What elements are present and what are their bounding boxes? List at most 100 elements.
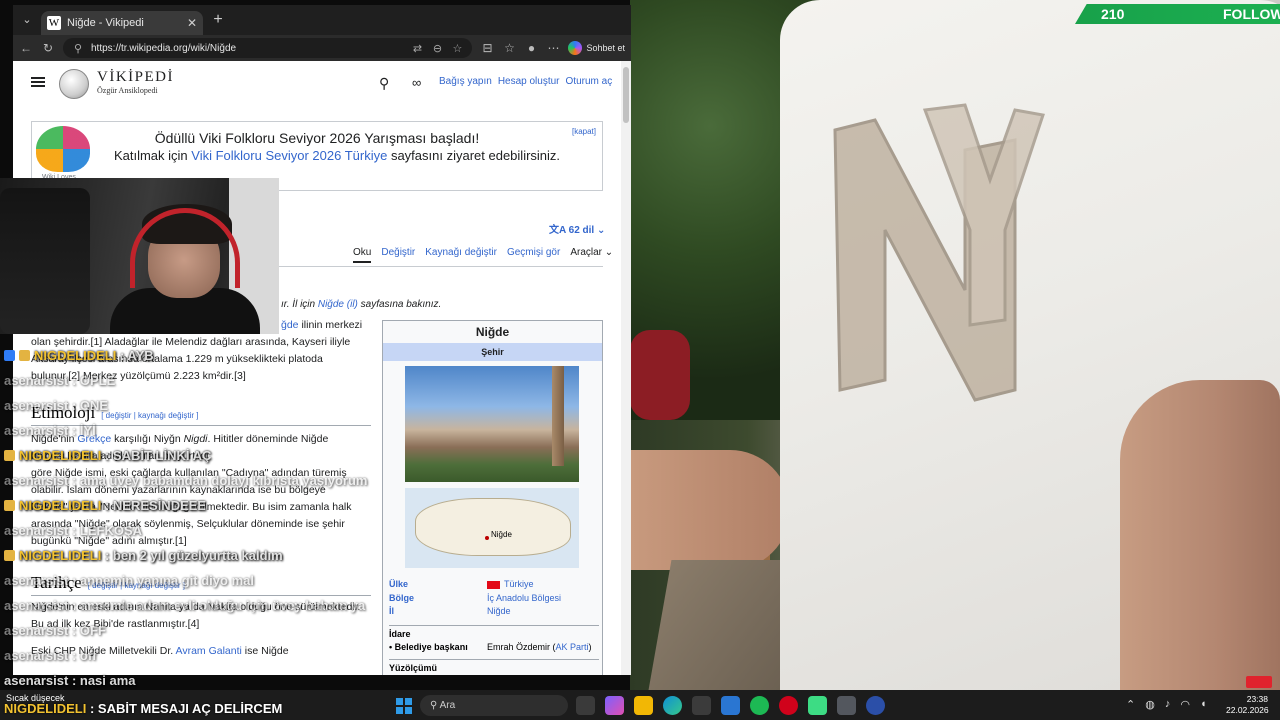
chat-user: NIGDELIDELI bbox=[34, 348, 117, 363]
intro-link[interactable]: ğde bbox=[281, 319, 299, 331]
url-text[interactable]: https://tr.wikipedia.org/wiki/Niğde bbox=[91, 43, 404, 54]
chat-message: annemin yanına git diyo mal bbox=[79, 573, 254, 588]
camera-feed: 210 FOLLOWERS 250 bbox=[630, 0, 1280, 690]
banner-close-link[interactable]: [kapat] bbox=[572, 127, 596, 136]
location-map[interactable]: Niğde bbox=[405, 488, 579, 568]
scrollbar-thumb[interactable] bbox=[623, 67, 629, 123]
chat-message: nasi ama bbox=[79, 673, 136, 688]
create-account-link[interactable]: Hesap oluştur bbox=[498, 76, 560, 87]
turkey-map-shape bbox=[415, 498, 571, 556]
windows-start-icon[interactable] bbox=[396, 698, 412, 714]
row-key[interactable]: Bölge bbox=[389, 592, 487, 606]
chat-badge-icon bbox=[4, 450, 15, 461]
split-screen-icon[interactable]: ⊟ bbox=[480, 41, 494, 55]
profile-icon[interactable]: ● bbox=[524, 41, 538, 55]
banner-link[interactable]: Viki Folkloru Seviyor 2026 Türkiye bbox=[191, 148, 387, 163]
network-icon[interactable]: ◍ bbox=[1145, 698, 1155, 711]
game-app-icon[interactable] bbox=[808, 696, 827, 715]
tab-edit[interactable]: Değiştir bbox=[381, 247, 415, 263]
translate-icon[interactable]: ⇄ bbox=[410, 42, 424, 55]
appearance-icon[interactable]: ∞ bbox=[412, 75, 421, 90]
tab-history[interactable]: Geçmişi gör bbox=[507, 247, 560, 263]
notification-icon bbox=[1246, 676, 1272, 688]
taskbar-clock[interactable]: 23:38 22.02.2026 bbox=[1226, 694, 1269, 716]
search-label: Ara bbox=[439, 700, 456, 711]
chat-line: asenarsist : nasi ama bbox=[4, 673, 136, 688]
chat-user: asenarsist bbox=[4, 573, 69, 588]
tools-label: Araçlar bbox=[570, 247, 603, 258]
chat-line: asenarsist : LEFKOŞA bbox=[4, 523, 143, 538]
screen: 210 FOLLOWERS 250 ⌄ W Niğde - Vikipedi ✕… bbox=[0, 0, 1280, 720]
mail-icon[interactable] bbox=[721, 696, 740, 715]
volume-icon[interactable]: ◖ bbox=[1200, 698, 1207, 711]
tab-nigde[interactable]: W Niğde - Vikipedi ✕ bbox=[41, 11, 203, 35]
row-value[interactable]: İç Anadolu Bölgesi bbox=[487, 592, 599, 606]
chat-line: asenarsist : ONE bbox=[4, 398, 109, 413]
edge-icon[interactable] bbox=[663, 696, 682, 715]
infobox: Niğde Şehir Niğde Ülke Türkiye Bölge İç An… bbox=[382, 320, 603, 675]
row-region: Bölge İç Anadolu Bölgesi bbox=[389, 592, 599, 606]
webcam-feed bbox=[0, 178, 279, 334]
new-tab-icon[interactable]: + bbox=[209, 11, 227, 29]
city-photo[interactable] bbox=[405, 366, 579, 482]
site-info-icon[interactable]: ⚲ bbox=[71, 42, 85, 55]
taskbar-search[interactable]: ⚲ Ara bbox=[420, 695, 568, 716]
wiki-logo-name[interactable]: VİKİPEDİ bbox=[97, 69, 174, 86]
store-icon[interactable] bbox=[692, 696, 711, 715]
donate-link[interactable]: Bağış yapın bbox=[439, 76, 492, 87]
login-link[interactable]: Oturum aç bbox=[566, 76, 613, 87]
banner-text-pre: Katılmak için bbox=[113, 148, 192, 163]
more-menu-icon[interactable]: ⋯ bbox=[546, 41, 560, 55]
browser-toolbar: ← ↻ ⚲ https://tr.wikipedia.org/wiki/Niğd… bbox=[13, 35, 631, 61]
tab-list-icon[interactable]: ⌄ bbox=[19, 12, 35, 28]
infobox-section-area: Yüzölçümü bbox=[389, 658, 599, 673]
tab-edit-source[interactable]: Kaynağı değiştir bbox=[425, 247, 497, 263]
mayor-key: • Belediye başkanı bbox=[389, 641, 468, 652]
favorite-star-icon[interactable]: ☆ bbox=[450, 42, 464, 55]
chat-user: asenarsist bbox=[4, 373, 69, 388]
opera-icon[interactable] bbox=[779, 696, 798, 715]
refresh-icon[interactable]: ↻ bbox=[41, 41, 55, 55]
search-icon[interactable]: ⚲ bbox=[379, 75, 389, 92]
obs-icon[interactable] bbox=[866, 696, 885, 715]
tray-chevron-icon[interactable]: ⌃ bbox=[1126, 698, 1135, 711]
wikipedia-globe-icon[interactable] bbox=[59, 69, 89, 99]
mic-icon[interactable]: ♪ bbox=[1165, 698, 1171, 711]
row-value[interactable]: Niğde bbox=[487, 605, 599, 619]
banner-line-1: Ödüllü Viki Folkloru Seviyor 2026 Yarışm… bbox=[154, 130, 480, 146]
copilot-app-icon[interactable] bbox=[605, 696, 624, 715]
country-name[interactable]: Türkiye bbox=[504, 579, 534, 589]
reader-icon[interactable]: ⊖ bbox=[430, 42, 444, 55]
clock-time: 23:38 bbox=[1246, 694, 1268, 704]
language-count: 62 dil bbox=[568, 225, 595, 236]
row-province: İl Niğde bbox=[389, 605, 599, 619]
wifi-icon[interactable]: ◠ bbox=[1180, 698, 1190, 711]
chat-badge-icon bbox=[4, 350, 15, 361]
chat-line: asenarsist : off bbox=[4, 648, 97, 663]
address-bar[interactable]: ⚲ https://tr.wikipedia.org/wiki/Niğde ⇄ … bbox=[63, 38, 473, 58]
tab-tools[interactable]: Araçlar ⌄ bbox=[570, 247, 613, 263]
hatnote-link[interactable]: Niğde (il) bbox=[318, 299, 358, 310]
chat-user: NIGDELIDELI bbox=[4, 701, 87, 716]
chat-line: NIGDELIDELI : AYB bbox=[4, 348, 154, 363]
close-tab-icon[interactable]: ✕ bbox=[187, 16, 197, 30]
tab-read[interactable]: Oku bbox=[353, 247, 372, 263]
chat-user: asenarsist bbox=[4, 473, 69, 488]
row-key[interactable]: İl bbox=[389, 605, 487, 619]
chat-message: ben 2 yıl güzelyurtta kaldım bbox=[112, 548, 283, 563]
back-icon[interactable]: ← bbox=[19, 41, 33, 55]
language-button[interactable]: 文A 62 dil ⌄ bbox=[549, 221, 605, 236]
spotify-icon[interactable] bbox=[750, 696, 769, 715]
page-scrollbar[interactable] bbox=[621, 61, 631, 675]
favorites-icon[interactable]: ☆ bbox=[502, 41, 516, 55]
task-view-icon[interactable] bbox=[576, 696, 595, 715]
copilot-label: Sohbet et bbox=[586, 43, 625, 53]
app-icon[interactable] bbox=[837, 696, 856, 715]
row-key[interactable]: Ülke bbox=[389, 578, 487, 592]
row-value[interactable]: Türkiye bbox=[487, 578, 599, 592]
party-link[interactable]: AK Parti bbox=[556, 642, 589, 652]
chat-message: ONE bbox=[79, 398, 109, 413]
file-explorer-icon[interactable] bbox=[634, 696, 653, 715]
copilot-button[interactable]: Sohbet et bbox=[568, 41, 625, 55]
menu-icon[interactable] bbox=[31, 77, 45, 87]
